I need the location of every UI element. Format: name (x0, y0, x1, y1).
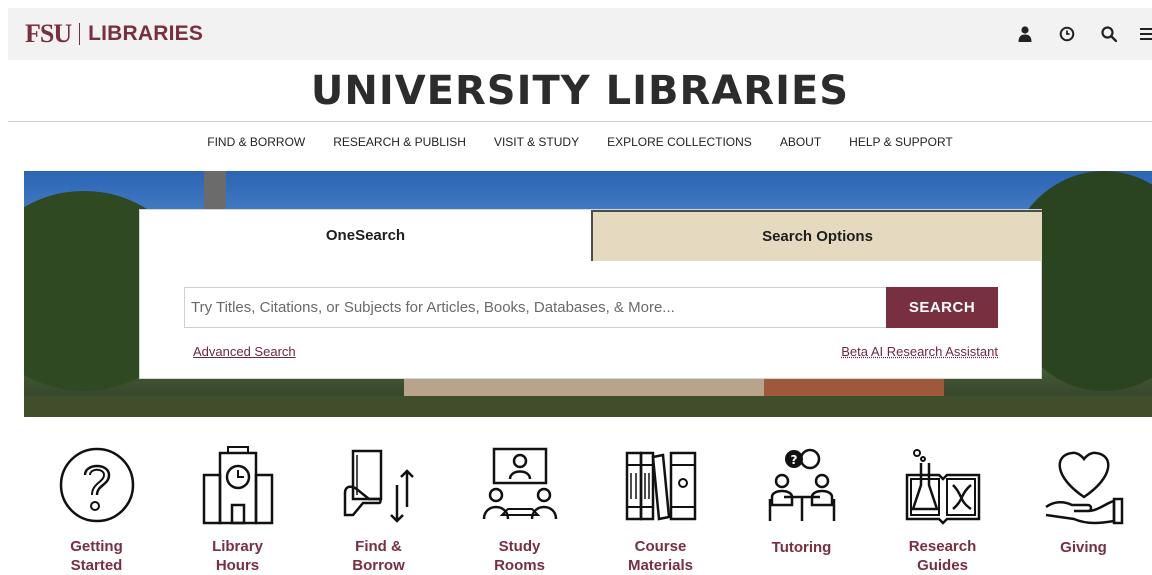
advanced-search-link[interactable]: Advanced Search (193, 344, 296, 359)
study-room-icon (475, 440, 565, 529)
quick-link-giving[interactable]: Giving (1013, 440, 1152, 575)
tab-onesearch[interactable]: OneSearch (140, 210, 591, 261)
quick-link-library-hours[interactable]: Library Hours (167, 440, 308, 575)
svg-text:?: ? (790, 453, 797, 467)
fsu-libraries-logo[interactable]: FSU LIBRARIES (25, 19, 203, 49)
user-icon[interactable] (1004, 8, 1046, 60)
nav-about[interactable]: ABOUT (766, 135, 835, 149)
quick-link-course-materials[interactable]: Course Materials (590, 440, 731, 575)
heart-hand-icon (1039, 440, 1129, 530)
quick-link-find-borrow[interactable]: Find & Borrow (308, 440, 449, 575)
search-row: SEARCH (184, 287, 998, 328)
quick-link-label: Tutoring (771, 539, 832, 556)
top-bar: FSU LIBRARIES (8, 8, 1152, 60)
quick-link-label: Course Materials (627, 538, 694, 574)
search-input[interactable] (184, 287, 886, 328)
search-panel: OneSearch Search Options SEARCH Advanced… (139, 209, 1042, 379)
search-icon[interactable] (1088, 8, 1130, 60)
logo-divider (79, 23, 81, 45)
library-clock-icon (193, 440, 283, 529)
books-icon (616, 440, 706, 529)
quick-links: Getting Started Library Hours Find & Bor… (26, 440, 1152, 575)
quick-link-study-rooms[interactable]: Study Rooms (449, 440, 590, 575)
logo-libraries-text: LIBRARIES (88, 22, 204, 45)
logo-fsu-text: FSU (25, 19, 72, 48)
nav-find-borrow[interactable]: FIND & BORROW (193, 135, 319, 149)
tutoring-icon: ? (757, 440, 847, 530)
main-nav: FIND & BORROW RESEARCH & PUBLISH VISIT &… (8, 122, 1152, 162)
nav-visit-study[interactable]: VISIT & STUDY (480, 135, 593, 149)
quick-link-label: Library Hours (212, 538, 263, 574)
top-icon-group (1004, 8, 1152, 60)
quick-link-label: Find & Borrow (352, 538, 405, 574)
quick-link-label: Getting Started (70, 538, 123, 574)
site-title: UNIVERSITY LIBRARIES (310, 67, 850, 114)
quick-link-research-guides[interactable]: Research Guides (872, 440, 1013, 575)
quick-link-label: Research Guides (908, 538, 977, 574)
quick-link-label: Study Rooms (494, 538, 545, 574)
quick-link-tutoring[interactable]: ? Tutoring (731, 440, 872, 575)
ai-research-assistant-link[interactable]: Beta AI Research Assistant (841, 344, 998, 359)
quick-link-getting-started[interactable]: Getting Started (26, 440, 167, 575)
title-bar: UNIVERSITY LIBRARIES (8, 60, 1152, 122)
menu-icon[interactable] (1130, 8, 1152, 60)
clock-icon[interactable] (1046, 8, 1088, 60)
question-icon (52, 440, 142, 529)
search-button[interactable]: SEARCH (886, 287, 998, 328)
book-exchange-icon (334, 440, 424, 529)
nav-help-support[interactable]: HELP & SUPPORT (835, 135, 967, 149)
nav-explore-collections[interactable]: EXPLORE COLLECTIONS (593, 135, 766, 149)
research-guide-icon (898, 440, 988, 529)
quick-link-label: Giving (1060, 539, 1107, 556)
tab-search-options[interactable]: Search Options (591, 210, 1042, 261)
nav-research-publish[interactable]: RESEARCH & PUBLISH (319, 135, 480, 149)
